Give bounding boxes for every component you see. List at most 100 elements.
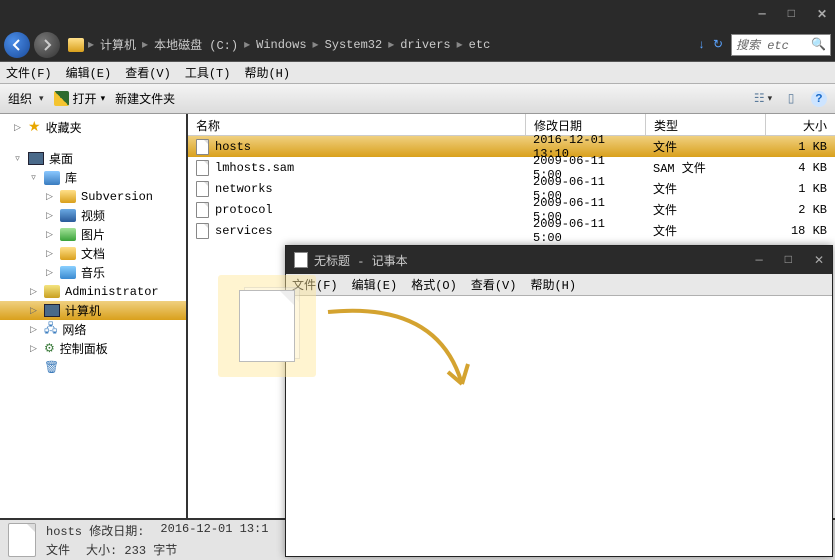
expand-icon[interactable]: ▷ [12, 123, 23, 133]
notepad-titlebar[interactable]: 无标题 - 记事本 — □ ✕ [286, 246, 832, 274]
file-icon [196, 202, 209, 218]
sidebar-label: 控制面板 [60, 340, 108, 357]
file-name: lmhosts.sam [215, 161, 294, 175]
file-type: 文件 [645, 136, 765, 157]
computer-icon [44, 304, 60, 317]
folder-icon [68, 38, 84, 52]
notepad-window[interactable]: 无标题 - 记事本 — □ ✕ 文件(F) 编辑(E) 格式(O) 查看(V) … [285, 245, 833, 557]
back-button[interactable] [4, 32, 30, 58]
crumb-drivers[interactable]: drivers [398, 38, 452, 52]
help-icon[interactable]: ? [811, 91, 827, 107]
open-button[interactable]: 打开 ▾ [54, 90, 106, 107]
view-options-icon[interactable]: ☷ [755, 91, 771, 107]
sidebar-label: 视频 [81, 207, 105, 224]
notepad-menu-help[interactable]: 帮助(H) [530, 276, 576, 293]
open-label: 打开 [73, 90, 97, 107]
organize-button[interactable]: 组织 [8, 90, 44, 107]
column-headers[interactable]: 名称 修改日期 类型 大小 [188, 114, 835, 136]
crumb-windows[interactable]: Windows [254, 38, 308, 52]
notepad-text-area[interactable] [286, 296, 832, 556]
sidebar-item-documents[interactable]: ▷文档 [0, 244, 186, 263]
breadcrumb[interactable]: ▸ 计算机 ▸ 本地磁盘 (C:) ▸ Windows ▸ System32 ▸… [64, 34, 694, 56]
sidebar-item-music[interactable]: ▷音乐 [0, 263, 186, 282]
sidebar-label: 收藏夹 [46, 119, 82, 136]
sidebar-item-favorites[interactable]: ▷ ★ 收藏夹 [0, 118, 186, 137]
file-size: 18 KB [765, 222, 835, 240]
sidebar-item-subversion[interactable]: ▷Subversion [0, 187, 186, 206]
sidebar-item-videos[interactable]: ▷视频 [0, 206, 186, 225]
recycle-icon: 🗑 [44, 360, 59, 375]
file-icon [196, 139, 209, 155]
file-row-protocol[interactable]: protocol 2009-06-11 5:00 文件 2 KB [188, 199, 835, 220]
search-input[interactable]: 搜索 etc 🔍 [731, 34, 831, 56]
file-row-services[interactable]: services 2009-06-11 5:00 文件 18 KB [188, 220, 835, 241]
file-icon [196, 223, 209, 239]
crumb-computer[interactable]: 计算机 [98, 36, 138, 53]
drag-ghost-icon [218, 275, 316, 377]
collapse-icon[interactable]: ▿ [28, 173, 39, 183]
sidebar-label: 计算机 [65, 302, 101, 319]
crumb-system32[interactable]: System32 [323, 38, 385, 52]
menu-file[interactable]: 文件(F) [6, 64, 52, 81]
sidebar-item-libraries[interactable]: ▿ 库 [0, 168, 186, 187]
notepad-menu-format[interactable]: 格式(O) [411, 276, 457, 293]
menu-edit[interactable]: 编辑(E) [66, 64, 112, 81]
sidebar-label: 库 [65, 169, 77, 186]
close-button[interactable]: ✕ [817, 7, 827, 22]
crumb-etc[interactable]: etc [467, 38, 493, 52]
chevron-right-icon[interactable]: ▸ [86, 37, 96, 52]
sidebar-label: 音乐 [81, 264, 105, 281]
chevron-right-icon[interactable]: ▸ [386, 37, 396, 52]
sidebar-tree[interactable]: ▷ ★ 收藏夹 ▿ 桌面 ▿ 库 ▷Subversion ▷视频 ▷图片 ▷文档… [0, 114, 188, 518]
file-size: 1 KB [765, 138, 835, 156]
sidebar-item-desktop[interactable]: ▿ 桌面 [0, 149, 186, 168]
column-name[interactable]: 名称 [188, 114, 525, 135]
file-type: 文件 [645, 220, 765, 241]
column-size[interactable]: 大小 [765, 114, 835, 135]
sidebar-item-computer[interactable]: ▷计算机 [0, 301, 186, 320]
sidebar-item-administrator[interactable]: ▷Administrator [0, 282, 186, 301]
chevron-right-icon[interactable]: ▸ [311, 37, 321, 52]
refresh-icon[interactable]: ↓ [698, 38, 705, 52]
star-icon: ★ [28, 119, 41, 136]
menu-view[interactable]: 查看(V) [125, 64, 171, 81]
sidebar-item-pictures[interactable]: ▷图片 [0, 225, 186, 244]
menu-help[interactable]: 帮助(H) [244, 64, 290, 81]
forward-button[interactable] [34, 32, 60, 58]
picture-icon [60, 228, 76, 241]
sidebar-item-network[interactable]: ▷🖧网络 [0, 320, 186, 339]
crumb-c-drive[interactable]: 本地磁盘 (C:) [152, 36, 240, 53]
file-name: services [215, 224, 273, 238]
file-type: 文件 [645, 199, 765, 220]
file-row-hosts[interactable]: hosts 2016-12-01 13:10 文件 1 KB [188, 136, 835, 157]
file-date: 2009-06-11 5:00 [525, 215, 645, 247]
sidebar-label: 文档 [81, 245, 105, 262]
notepad-menu-edit[interactable]: 编辑(E) [352, 276, 398, 293]
column-type[interactable]: 类型 [645, 114, 765, 135]
refresh-icon[interactable]: ↻ [713, 37, 723, 52]
status-label: 文件 [46, 541, 70, 558]
maximize-button[interactable]: □ [788, 7, 795, 21]
minimize-button[interactable]: — [756, 253, 763, 268]
sidebar-item-recycle[interactable]: 🗑 [0, 358, 186, 377]
file-row-lmhosts[interactable]: lmhosts.sam 2009-06-11 5:00 SAM 文件 4 KB [188, 157, 835, 178]
sidebar-label: 网络 [62, 321, 86, 338]
file-type: 文件 [645, 178, 765, 199]
file-row-networks[interactable]: networks 2009-06-11 5:00 文件 1 KB [188, 178, 835, 199]
collapse-icon[interactable]: ▿ [12, 154, 23, 164]
preview-pane-icon[interactable]: ▯ [783, 91, 799, 107]
minimize-button[interactable]: — [759, 7, 766, 21]
sidebar-item-control-panel[interactable]: ▷⚙控制面板 [0, 339, 186, 358]
chevron-right-icon[interactable]: ▸ [455, 37, 465, 52]
maximize-button[interactable]: □ [785, 253, 792, 268]
chevron-right-icon[interactable]: ▸ [140, 37, 150, 52]
network-icon: 🖧 [44, 319, 57, 340]
menu-tools[interactable]: 工具(T) [185, 64, 231, 81]
search-icon[interactable]: 🔍 [811, 37, 826, 52]
new-folder-button[interactable]: 新建文件夹 [115, 90, 175, 107]
notepad-menu-view[interactable]: 查看(V) [471, 276, 517, 293]
close-button[interactable]: ✕ [814, 253, 824, 268]
chevron-right-icon[interactable]: ▸ [242, 37, 252, 52]
notepad-icon [294, 252, 308, 268]
sidebar-label: Administrator [65, 285, 159, 299]
